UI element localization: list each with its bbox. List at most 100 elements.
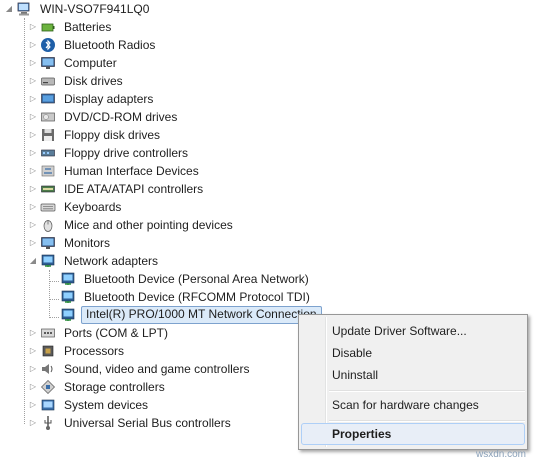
- monitor-icon: [40, 55, 56, 71]
- tree-category-label: Floppy disk drives: [64, 128, 161, 142]
- expand-arrow-icon[interactable]: ▷: [28, 414, 38, 432]
- tree-category[interactable]: ▷ Universal Serial Bus controllers: [28, 414, 234, 432]
- tree-device-selected[interactable]: Intel(R) PRO/1000 MT Network Connection: [60, 306, 322, 324]
- expand-arrow-icon[interactable]: ▷: [28, 18, 38, 36]
- processor-icon: [40, 343, 56, 359]
- floppy-icon: [40, 127, 56, 143]
- tree-category[interactable]: ▷ Ports (COM & LPT): [28, 324, 171, 342]
- network-adapter-icon: [60, 289, 76, 305]
- tree-category[interactable]: ▷ Bluetooth Radios: [28, 36, 158, 54]
- tree-category-label: Display adapters: [64, 92, 154, 106]
- tree-category-label: Storage controllers: [64, 380, 165, 394]
- tree-connector-line: [24, 18, 25, 424]
- tree-category[interactable]: ▷ Sound, video and game controllers: [28, 360, 252, 378]
- computer-name: WIN-VSO7F941LQ0: [40, 2, 150, 16]
- tree-category[interactable]: ▷ Floppy disk drives: [28, 126, 163, 144]
- expand-arrow-icon[interactable]: ▷: [28, 360, 38, 378]
- expand-arrow-icon[interactable]: ▷: [28, 162, 38, 180]
- tree-root[interactable]: ◢ WIN-VSO7F941LQ0: [4, 0, 152, 18]
- expand-arrow-icon[interactable]: ▷: [28, 216, 38, 234]
- tree-category[interactable]: ▷ Mice and other pointing devices: [28, 216, 236, 234]
- tree-category-label: Disk drives: [64, 74, 123, 88]
- tree-category[interactable]: ▷ Batteries: [28, 18, 114, 36]
- tree-category-label: Mice and other pointing devices: [64, 218, 233, 232]
- menu-item-properties[interactable]: Properties: [301, 423, 525, 445]
- tree-category[interactable]: ◢ Network adapters: [28, 252, 161, 270]
- tree-category[interactable]: ▷ IDE ATA/ATAPI controllers: [28, 180, 206, 198]
- tree-device-label: Bluetooth Device (Personal Area Network): [84, 272, 309, 286]
- collapse-arrow-icon[interactable]: ◢: [28, 252, 38, 270]
- computer-icon: [16, 1, 32, 17]
- expand-arrow-icon[interactable]: ▷: [28, 126, 38, 144]
- tree-category-label: Computer: [64, 56, 117, 70]
- expand-arrow-icon[interactable]: ▷: [28, 234, 38, 252]
- controller-icon: [40, 145, 56, 161]
- expand-arrow-icon[interactable]: ▷: [28, 198, 38, 216]
- tree-category-label: System devices: [64, 398, 149, 412]
- tree-category[interactable]: ▷ DVD/CD-ROM drives: [28, 108, 180, 126]
- tree-device-label: Bluetooth Device (RFCOMM Protocol TDI): [84, 290, 310, 304]
- expand-arrow-icon[interactable]: ▷: [28, 324, 38, 342]
- tree-category[interactable]: ▷ Monitors: [28, 234, 113, 252]
- tree-category-label: DVD/CD-ROM drives: [64, 110, 178, 124]
- expand-arrow-icon[interactable]: ▷: [28, 54, 38, 72]
- expand-arrow-icon[interactable]: ▷: [28, 108, 38, 126]
- disk-drive-icon: [40, 73, 56, 89]
- system-device-icon: [40, 397, 56, 413]
- ide-controller-icon: [40, 181, 56, 197]
- tree-device[interactable]: Bluetooth Device (Personal Area Network): [60, 270, 312, 288]
- tree-category-label: Universal Serial Bus controllers: [64, 416, 231, 430]
- menu-separator: [329, 420, 525, 422]
- expand-arrow-icon[interactable]: ▷: [28, 72, 38, 90]
- tree-connector-line: [49, 270, 50, 318]
- menu-item-uninstall[interactable]: Uninstall: [301, 364, 525, 386]
- tree-category[interactable]: ▷ Computer: [28, 54, 120, 72]
- usb-icon: [40, 415, 56, 431]
- tree-category[interactable]: ▷ Human Interface Devices: [28, 162, 202, 180]
- tree-category[interactable]: ▷ Disk drives: [28, 72, 126, 90]
- dvd-drive-icon: [40, 109, 56, 125]
- expand-arrow-icon[interactable]: ▷: [28, 36, 38, 54]
- tree-device-label: Intel(R) PRO/1000 MT Network Connection: [81, 306, 322, 324]
- keyboard-icon: [40, 199, 56, 215]
- hid-icon: [40, 163, 56, 179]
- mouse-icon: [40, 217, 56, 233]
- menu-item-disable[interactable]: Disable: [301, 342, 525, 364]
- tree-category[interactable]: ▷ Processors: [28, 342, 127, 360]
- expand-arrow-icon[interactable]: ▷: [28, 144, 38, 162]
- speaker-icon: [40, 361, 56, 377]
- expand-arrow-icon[interactable]: ▷: [28, 180, 38, 198]
- tree-category[interactable]: ▷ Keyboards: [28, 198, 124, 216]
- bluetooth-icon: [40, 37, 56, 53]
- tree-connector-line: [49, 281, 59, 282]
- network-adapter-icon: [60, 271, 76, 287]
- tree-category-label: Bluetooth Radios: [64, 38, 156, 52]
- tree-category-label: Processors: [64, 344, 125, 358]
- tree-category[interactable]: ▷ Storage controllers: [28, 378, 168, 396]
- battery-icon: [40, 19, 56, 35]
- expand-arrow-icon[interactable]: ▷: [28, 396, 38, 414]
- tree-device[interactable]: Bluetooth Device (RFCOMM Protocol TDI): [60, 288, 313, 306]
- expand-arrow-icon[interactable]: ▷: [28, 378, 38, 396]
- tree-category-label: Floppy drive controllers: [64, 146, 189, 160]
- tree-category-label: Human Interface Devices: [64, 164, 199, 178]
- storage-controller-icon: [40, 379, 56, 395]
- tree-connector-line: [49, 317, 59, 318]
- monitor-icon: [40, 235, 56, 251]
- menu-separator: [329, 390, 525, 392]
- tree-category-label: Batteries: [64, 20, 112, 34]
- tree-category-label: IDE ATA/ATAPI controllers: [64, 182, 204, 196]
- expand-arrow-icon[interactable]: ▷: [28, 90, 38, 108]
- menu-item-scan-hardware[interactable]: Scan for hardware changes: [301, 394, 525, 416]
- menu-item-update-driver[interactable]: Update Driver Software...: [301, 320, 525, 342]
- context-menu[interactable]: Update Driver Software... Disable Uninst…: [298, 314, 528, 450]
- network-adapter-icon: [60, 307, 76, 323]
- expand-arrow-icon[interactable]: ▷: [28, 342, 38, 360]
- collapse-arrow-icon[interactable]: ◢: [4, 0, 14, 18]
- tree-category[interactable]: ▷ System devices: [28, 396, 151, 414]
- tree-category-label: Sound, video and game controllers: [64, 362, 250, 376]
- watermark: wsxdn.com: [476, 449, 527, 460]
- tree-category[interactable]: ▷ Floppy drive controllers: [28, 144, 191, 162]
- tree-connector-line: [49, 299, 59, 300]
- tree-category[interactable]: ▷ Display adapters: [28, 90, 156, 108]
